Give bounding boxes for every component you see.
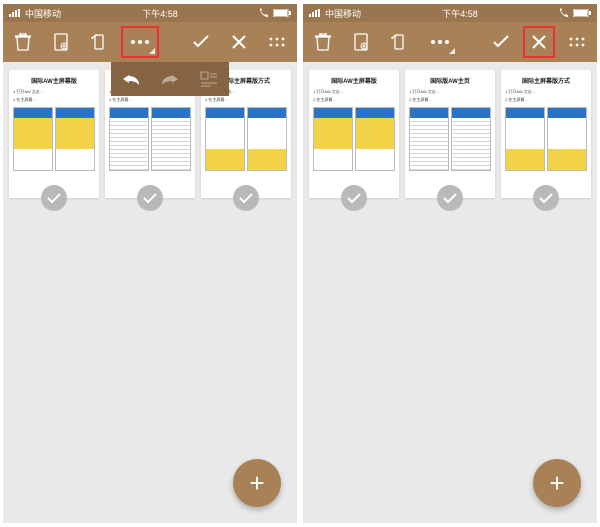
close-icon[interactable] (527, 30, 551, 54)
content-area: 国际AW主屏幕版 1.打开AW 点击… 2.在主屏幕… 国际版AW主页 1.打开… (3, 62, 297, 523)
page-card-0[interactable]: 国际AW主屏幕版 1.打开AW 点击… 2.在主屏幕… (9, 70, 99, 198)
page-card-2[interactable]: 国际主屏幕版方式 1.打开AW 点击… 2.在主屏幕… (501, 70, 591, 198)
card-line: 2.在主屏幕… (205, 97, 287, 103)
carrier-label: 中国移动 (25, 7, 61, 20)
more-icon[interactable] (125, 30, 155, 54)
page-card-0[interactable]: 国际AW主屏幕版 1.打开AW 点击… 2.在主屏幕… (309, 70, 399, 198)
grid-icon[interactable] (565, 30, 589, 54)
statusbar: 中国移动 下午4:58 (3, 4, 297, 22)
clock-label: 下午4:58 (442, 7, 478, 20)
tools-icon[interactable] (196, 66, 222, 92)
card-line: 2.在主屏幕… (13, 97, 95, 103)
doc-icon[interactable] (49, 30, 73, 54)
fab-add[interactable]: + (233, 459, 281, 507)
statusbar: 中国移动 下午4:58 (303, 4, 597, 22)
card-line: 1.打开AW 点击… (505, 89, 587, 95)
phone-icon (559, 8, 569, 18)
overflow-indicator (149, 48, 155, 54)
check-badge[interactable] (341, 185, 367, 211)
thumb-row (409, 107, 491, 171)
signal-icon (309, 9, 321, 17)
content-area: 国际AW主屏幕版 1.打开AW 点击… 2.在主屏幕… 国际版AW主页 1.打开… (303, 62, 597, 523)
undo-icon[interactable] (118, 66, 144, 92)
card-title: 国际版AW主页 (430, 76, 470, 85)
fab-add[interactable]: + (533, 459, 581, 507)
plus-icon: + (549, 468, 564, 499)
card-line: 1.打开AW 点击… (13, 89, 95, 95)
thumb-row (109, 107, 191, 171)
check-badge[interactable] (233, 185, 259, 211)
page-card-1[interactable]: 国际版AW主页 1.打开AW 点击… 2.在主屏幕… (405, 70, 495, 198)
card-line: 1.打开AW 点击… (313, 89, 395, 95)
more-icon[interactable] (425, 30, 455, 54)
doc-icon[interactable] (349, 30, 373, 54)
toolbar (3, 22, 297, 62)
card-title: 国际主屏幕版方式 (222, 76, 270, 85)
thumb-row (505, 107, 587, 171)
phone-right: 中国移动 下午4:58 (303, 4, 597, 523)
confirm-icon[interactable] (189, 30, 213, 54)
thumb-row (13, 107, 95, 171)
grid-icon[interactable] (265, 30, 289, 54)
signal-icon (9, 9, 21, 17)
check-badge[interactable] (437, 185, 463, 211)
battery-icon (273, 9, 291, 17)
plus-icon: + (249, 468, 264, 499)
comparison-canvas: 中国移动 下午4:58 (0, 0, 600, 527)
card-line: 2.在主屏幕… (505, 97, 587, 103)
clock-label: 下午4:58 (142, 7, 178, 20)
more-dropdown (111, 62, 229, 96)
card-line: 2.在主屏幕… (409, 97, 491, 103)
toolbar (303, 22, 597, 62)
carrier-label: 中国移动 (325, 7, 361, 20)
card-title: 国际主屏幕版方式 (522, 76, 570, 85)
rotate-icon[interactable] (87, 30, 111, 54)
redo-icon[interactable] (157, 66, 183, 92)
thumb-row (205, 107, 287, 171)
phone-left: 中国移动 下午4:58 (3, 4, 297, 523)
card-title: 国际AW主屏幕版 (331, 76, 377, 85)
delete-icon[interactable] (11, 30, 35, 54)
card-title: 国际AW主屏幕版 (31, 76, 77, 85)
card-line: 2.在主屏幕… (109, 97, 191, 103)
close-icon[interactable] (227, 30, 251, 54)
check-badge[interactable] (533, 185, 559, 211)
overflow-indicator (449, 48, 455, 54)
delete-icon[interactable] (311, 30, 335, 54)
thumb-row (313, 107, 395, 171)
check-badge[interactable] (137, 185, 163, 211)
check-badge[interactable] (41, 185, 67, 211)
card-line: 1.打开AW 点击… (409, 89, 491, 95)
rotate-icon[interactable] (387, 30, 411, 54)
phone-icon (259, 8, 269, 18)
battery-icon (573, 9, 591, 17)
confirm-icon[interactable] (489, 30, 513, 54)
card-line: 2.在主屏幕… (313, 97, 395, 103)
